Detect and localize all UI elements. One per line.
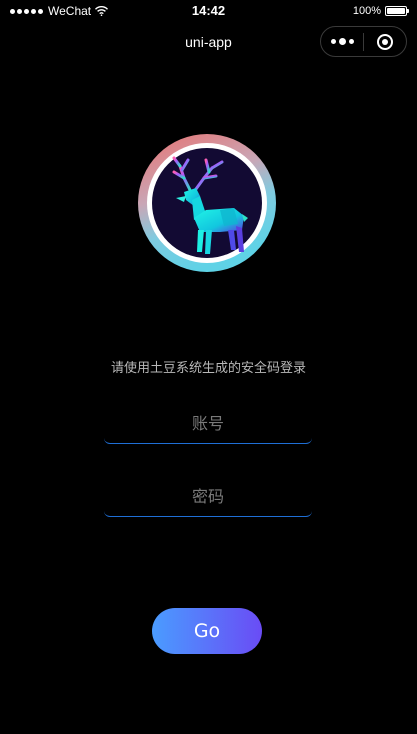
close-target-icon (377, 33, 393, 50)
deer-logo-icon (138, 134, 276, 272)
password-input[interactable] (104, 477, 312, 516)
mini-program-capsule (320, 26, 407, 57)
account-field-wrapper (104, 404, 312, 444)
battery-level-fill (387, 8, 405, 14)
go-button[interactable]: Go (152, 608, 262, 654)
battery-icon (385, 6, 409, 16)
password-field-wrapper (104, 477, 312, 517)
more-menu-button[interactable] (321, 27, 363, 56)
login-prompt-text: 请使用土豆系统生成的安全码登录 (110, 361, 306, 376)
status-bar: WeChat 14:42 100% (0, 0, 417, 24)
account-input[interactable] (104, 404, 312, 443)
app-logo (138, 134, 276, 272)
status-bar-right: 100% (352, 5, 409, 17)
battery-percent: 100% (352, 5, 381, 17)
more-dots-icon (330, 38, 354, 45)
close-mini-program-button[interactable] (364, 27, 406, 56)
navigation-bar: uni-app (0, 26, 417, 58)
